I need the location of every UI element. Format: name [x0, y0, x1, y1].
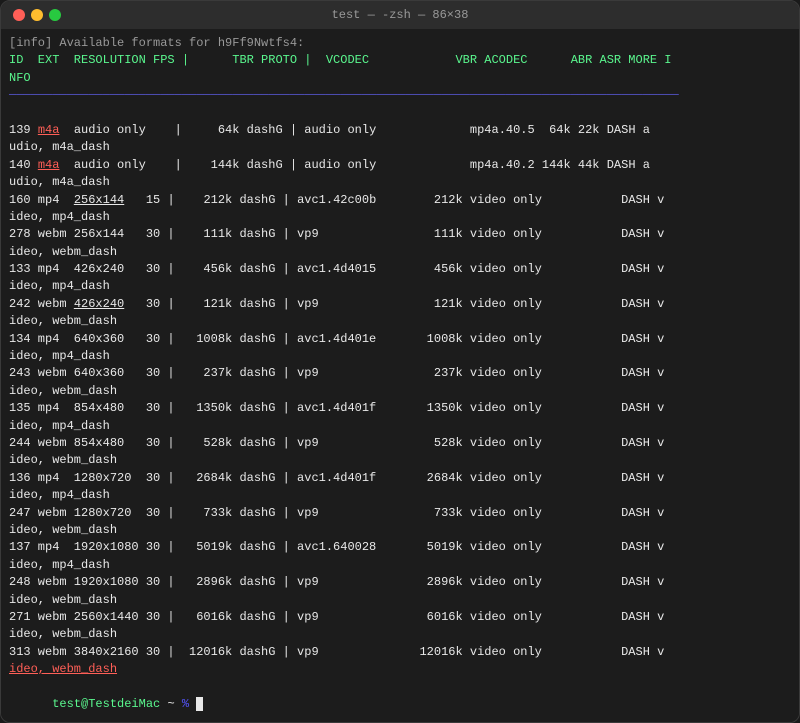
table-row: 137 mp4 1920x1080 30 | 5019k dashG | avc…: [9, 539, 791, 556]
table-row: 248 webm 1920x1080 30 | 2896k dashG | vp…: [9, 574, 791, 591]
table-row: 244 webm 854x480 30 | 528k dashG | vp9 5…: [9, 435, 791, 452]
prompt-line: test@TestdeiMac ~ %: [9, 678, 791, 722]
table-row-cont: ideo, webm_dash: [9, 522, 791, 539]
table-row: 278 webm 256x144 30 | 111k dashG | vp9 1…: [9, 226, 791, 243]
table-row-cont: ideo, mp4_dash: [9, 209, 791, 226]
table-row-cont: ideo, mp4_dash: [9, 487, 791, 504]
traffic-lights: [13, 9, 61, 21]
titlebar: test — -zsh — 86×38: [1, 1, 799, 29]
table-row-cont: ideo, webm_dash: [9, 452, 791, 469]
table-row-cont: udio, m4a_dash: [9, 174, 791, 191]
table-row-cont: ideo, mp4_dash: [9, 418, 791, 435]
empty-line: [9, 105, 791, 122]
table-row-cont: ideo, webm_dash: [9, 313, 791, 330]
window-title: test — -zsh — 86×38: [332, 8, 469, 22]
table-row: 242 webm 426x240 30 | 121k dashG | vp9 1…: [9, 296, 791, 313]
table-row-cont: ideo, webm_dash: [9, 661, 791, 678]
table-row: 243 webm 640x360 30 | 237k dashG | vp9 2…: [9, 365, 791, 382]
table-row-cont: ideo, webm_dash: [9, 383, 791, 400]
table-row-cont: ideo, mp4_dash: [9, 348, 791, 365]
table-row-cont: ideo, webm_dash: [9, 244, 791, 261]
table-row: 134 mp4 640x360 30 | 1008k dashG | avc1.…: [9, 331, 791, 348]
close-button[interactable]: [13, 9, 25, 21]
prompt-percent: %: [182, 697, 189, 711]
table-row: 313 webm 3840x2160 30 | 12016k dashG | v…: [9, 644, 791, 661]
table-row-cont: ideo, mp4_dash: [9, 278, 791, 295]
prompt-separator: ~: [160, 697, 182, 711]
table-row: 139 m4a audio only | 64k dashG | audio o…: [9, 122, 791, 139]
table-row: 160 mp4 256x144 15 | 212k dashG | avc1.4…: [9, 192, 791, 209]
header-line: ID EXT RESOLUTION FPS | TBR PROTO | VCOD…: [9, 52, 791, 69]
table-row: 133 mp4 426x240 30 | 456k dashG | avc1.4…: [9, 261, 791, 278]
table-row-cont: ideo, mp4_dash: [9, 557, 791, 574]
table-row: 271 webm 2560x1440 30 | 6016k dashG | vp…: [9, 609, 791, 626]
terminal-window: test — -zsh — 86×38 [info] Available for…: [0, 0, 800, 723]
table-row: 247 webm 1280x720 30 | 733k dashG | vp9 …: [9, 505, 791, 522]
info-line: [info] Available formats for h9Ff9Nwtfs4…: [9, 35, 791, 52]
table-row: 136 mp4 1280x720 30 | 2684k dashG | avc1…: [9, 470, 791, 487]
minimize-button[interactable]: [31, 9, 43, 21]
table-row-cont: udio, m4a_dash: [9, 139, 791, 156]
cursor: [196, 697, 203, 711]
terminal-body[interactable]: [info] Available formats for h9Ff9Nwtfs4…: [1, 29, 799, 722]
table-row-cont: ideo, webm_dash: [9, 626, 791, 643]
table-row-cont: ideo, webm_dash: [9, 592, 791, 609]
table-row: 140 m4a audio only | 144k dashG | audio …: [9, 157, 791, 174]
table-row: 135 mp4 854x480 30 | 1350k dashG | avc1.…: [9, 400, 791, 417]
maximize-button[interactable]: [49, 9, 61, 21]
prompt-space: [189, 697, 196, 711]
divider-line: ────────────────────────────────────────…: [9, 87, 791, 104]
header-line2: NFO: [9, 70, 791, 87]
prompt-user: test@TestdeiMac: [52, 697, 160, 711]
